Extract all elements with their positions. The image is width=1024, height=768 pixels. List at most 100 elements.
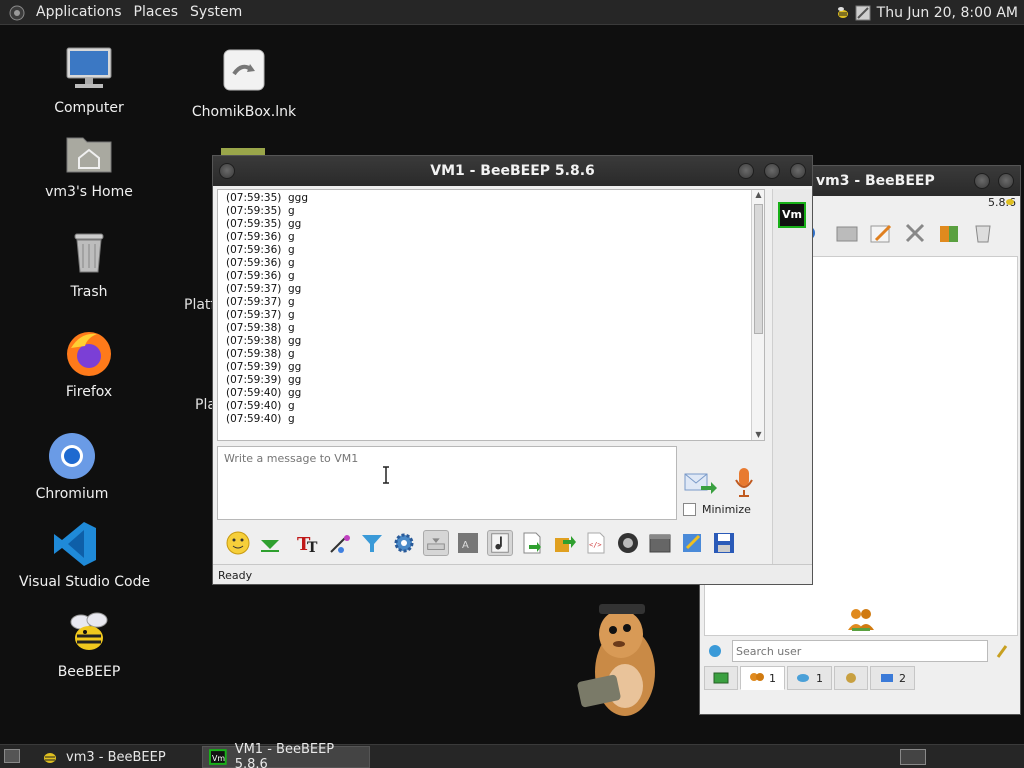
- message-timestamp: (07:59:36): [226, 244, 282, 256]
- window-menu-button[interactable]: [219, 163, 235, 179]
- export-document-icon[interactable]: [519, 530, 545, 556]
- vscode-icon: [54, 522, 96, 566]
- desktop-icon-home[interactable]: vm3's Home: [34, 128, 144, 200]
- message-timestamp: (07:59:40): [226, 413, 282, 425]
- filter-icon[interactable]: [359, 530, 385, 556]
- search-user-input[interactable]: [732, 640, 988, 662]
- minimize-window-button[interactable]: [974, 173, 990, 189]
- chat-log-scrollbar[interactable]: ▲ ▼: [751, 190, 764, 440]
- message-input[interactable]: [217, 446, 677, 520]
- minimize-option[interactable]: Minimize: [683, 503, 751, 516]
- green-arrow-down-icon[interactable]: [257, 530, 283, 556]
- beebeep-icon: [70, 612, 108, 650]
- chat-log[interactable]: (07:59:35) ggg (07:59:35) g (07:59:35) gg (07:…: [217, 189, 765, 441]
- status-text: Ready: [218, 569, 253, 582]
- font-box-icon[interactable]: A: [455, 530, 481, 556]
- show-desktop-icon[interactable]: [4, 749, 20, 763]
- tab-files[interactable]: 2: [870, 666, 915, 690]
- clear-search-icon[interactable]: [994, 643, 1010, 659]
- clock[interactable]: Thu Jun 20, 8:00 AM: [877, 5, 1018, 21]
- minimize-checkbox[interactable]: [683, 503, 696, 516]
- chat-message: (07:59:39) gg: [226, 361, 764, 374]
- task-vm3-beebeep[interactable]: vm3 - BeeBEEP: [36, 746, 196, 768]
- message-timestamp: (07:59:35): [226, 205, 282, 217]
- chat-message: (07:59:36) g: [226, 270, 764, 283]
- desktop-icon-beebeep[interactable]: BeeBEEP: [34, 608, 144, 680]
- user-avatar[interactable]: Vm: [778, 202, 806, 228]
- html-code-icon[interactable]: </>: [583, 530, 609, 556]
- chat-message: (07:59:35) gg: [226, 218, 764, 231]
- message-text: gg: [288, 283, 302, 295]
- chromium-icon: [49, 433, 95, 479]
- network-tray-icon[interactable]: [855, 5, 871, 21]
- network-icon[interactable]: [708, 644, 722, 658]
- beebeep-tray-icon[interactable]: [835, 5, 851, 21]
- message-timestamp: (07:59:40): [226, 400, 282, 412]
- vm1-title-bar[interactable]: VM1 - BeeBEEP 5.8.6: [213, 156, 812, 186]
- message-timestamp: (07:59:38): [226, 335, 282, 347]
- shortcut-file-icon: [223, 49, 265, 91]
- screenshot-camera-icon[interactable]: [615, 530, 641, 556]
- text-format-icon[interactable]: T T: [295, 530, 321, 556]
- chat-message: (07:59:36) g: [226, 257, 764, 270]
- message-text: gg: [288, 335, 302, 347]
- places-menu[interactable]: Places: [128, 0, 185, 25]
- maximize-window-button[interactable]: [764, 163, 780, 179]
- text-cursor-icon: [383, 466, 389, 484]
- desktop-icon-computer[interactable]: Computer: [34, 44, 144, 116]
- tab-users[interactable]: 1: [740, 666, 785, 690]
- tab-groups[interactable]: [834, 666, 868, 690]
- desktop-icon-chromium[interactable]: Chromium: [17, 430, 127, 502]
- vm-badge-icon: Vm: [209, 749, 227, 765]
- envelope-icon[interactable]: [834, 220, 860, 246]
- gnome-foot-icon[interactable]: [8, 3, 26, 21]
- chat-bubbles-icon: [797, 674, 809, 682]
- close-window-button[interactable]: [790, 163, 806, 179]
- music-note-icon[interactable]: [487, 530, 513, 556]
- vm1-chat-window[interactable]: VM1 - BeeBEEP 5.8.6 (07:59:35) ggg (07:59:…: [212, 155, 813, 585]
- desktop-icon-trash[interactable]: Trash: [34, 228, 144, 300]
- color-picker-icon[interactable]: [327, 530, 353, 556]
- send-message-icon[interactable]: [683, 468, 717, 498]
- chat-message: (07:59:37) g: [226, 309, 764, 322]
- save-icon[interactable]: [711, 530, 737, 556]
- message-text: g: [288, 348, 295, 360]
- folder-box-icon[interactable]: [647, 530, 673, 556]
- tab-home[interactable]: [704, 666, 738, 690]
- settings-gear-icon[interactable]: [391, 530, 417, 556]
- message-timestamp: (07:59:37): [226, 296, 282, 308]
- task-label: VM1 - BeeBEEP 5.8.6: [234, 742, 335, 768]
- pencil-paper-icon[interactable]: [868, 220, 894, 246]
- microphone-icon[interactable]: [733, 466, 755, 498]
- svg-text:</>: </>: [589, 541, 602, 549]
- svg-text:T: T: [307, 540, 318, 556]
- bottom-taskbar: vm3 - BeeBEEP Vm VM1 - BeeBEEP 5.8.6: [0, 742, 1024, 768]
- workspace-switcher[interactable]: [900, 749, 926, 765]
- scroll-up-arrow-icon[interactable]: ▲: [754, 190, 763, 200]
- minimize-window-button[interactable]: [738, 163, 754, 179]
- message-text: g: [288, 413, 295, 425]
- message-text: g: [288, 322, 295, 334]
- maximize-window-button[interactable]: [998, 173, 1014, 189]
- message-text: gg: [288, 361, 302, 373]
- desktop-icon-chomikbox[interactable]: ChomikBox.lnk: [189, 48, 299, 120]
- scroll-down-arrow-icon[interactable]: ▼: [754, 430, 763, 440]
- top-panel: Applications Places System Thu Jun 20, 8…: [0, 0, 1024, 25]
- download-tray-icon[interactable]: [423, 530, 449, 556]
- group-icon: [846, 673, 856, 683]
- notes-icon[interactable]: [679, 530, 705, 556]
- send-file-icon[interactable]: [551, 530, 577, 556]
- emoticon-icon[interactable]: [225, 530, 251, 556]
- users-group-icon[interactable]: [936, 220, 962, 246]
- task-vm1-beebeep[interactable]: Vm VM1 - BeeBEEP 5.8.6: [202, 742, 370, 768]
- trash-can-icon[interactable]: [970, 220, 996, 246]
- desktop-icon-label: Firefox: [65, 384, 113, 400]
- tools-icon[interactable]: [902, 220, 928, 246]
- desktop-icon-firefox[interactable]: Firefox: [34, 328, 144, 400]
- tab-chats[interactable]: 1: [787, 666, 832, 690]
- desktop-icon-vscode[interactable]: Visual Studio Code: [19, 518, 150, 590]
- vm3-tab-bar: 1 1 2: [704, 666, 917, 690]
- system-menu[interactable]: System: [184, 0, 248, 25]
- applications-menu[interactable]: Applications: [30, 0, 128, 25]
- scrollbar-thumb[interactable]: [754, 204, 763, 334]
